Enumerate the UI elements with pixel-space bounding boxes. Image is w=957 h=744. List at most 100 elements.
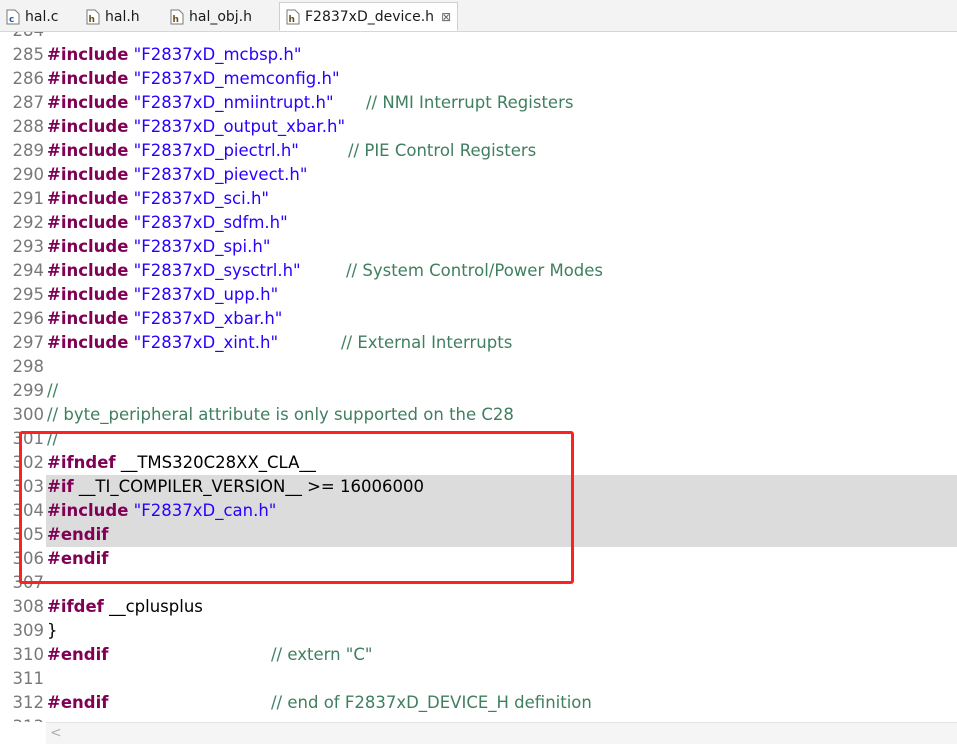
code-line[interactable]: 307 xyxy=(0,571,957,595)
tab-f2837xd-device-h[interactable]: h F2837xD_device.h ⊠ xyxy=(279,2,459,31)
string-literal: "F2837xD_sci.h" xyxy=(133,189,270,208)
code-text[interactable]: #endif xyxy=(46,523,957,547)
code-line[interactable]: 285 #include "F2837xD_mcbsp.h" xyxy=(0,43,957,67)
preprocessor-keyword: #include xyxy=(47,93,129,112)
line-number: 308 xyxy=(12,597,45,616)
code-line[interactable]: 310 #endif // extern "C" xyxy=(0,643,957,667)
tab-label: F2837xD_device.h xyxy=(305,8,435,25)
code-comment: // end of F2837xD_DEVICE_H definition xyxy=(271,693,592,712)
code-line[interactable]: 306 #endif xyxy=(0,547,957,571)
preprocessor-keyword: #ifndef xyxy=(47,453,116,472)
line-number: 292 xyxy=(12,213,45,232)
code-text[interactable]: #include "F2837xD_sci.h" xyxy=(46,187,957,211)
scroll-left-arrow-icon[interactable]: < xyxy=(50,725,62,741)
code-line[interactable]: 292 #include "F2837xD_sdfm.h" xyxy=(0,211,957,235)
line-number: 306 xyxy=(12,549,45,568)
code-text[interactable]: #endif // end of F2837xD_DEVICE_H definit… xyxy=(46,691,957,715)
code-line[interactable]: 286 #include "F2837xD_memconfig.h" xyxy=(0,67,957,91)
code-text[interactable]: } xyxy=(46,619,957,643)
code-line[interactable]: 296 #include "F2837xD_xbar.h" xyxy=(0,307,957,331)
code-text[interactable]: #include "F2837xD_mcbsp.h" xyxy=(46,43,957,67)
code-line[interactable]: 311 xyxy=(0,667,957,691)
code-text[interactable]: #include "F2837xD_spi.h" xyxy=(46,235,957,259)
preprocessor-keyword: #include xyxy=(47,237,129,256)
code-line[interactable]: 312 #endif // end of F2837xD_DEVICE_H defi… xyxy=(0,691,957,715)
line-number: 291 xyxy=(12,189,45,208)
close-tab-icon[interactable]: ⊠ xyxy=(441,10,451,24)
code-line[interactable]: 284 xyxy=(0,32,957,43)
code-line[interactable]: 303 #if __TI_COMPILER_VERSION__ >= 160060… xyxy=(0,475,957,499)
code-line[interactable]: 304 #include "F2837xD_can.h" xyxy=(0,499,957,523)
editor-tab-bar: c hal.c h hal.h h hal_obj.h h F2837xD_de… xyxy=(0,0,957,32)
preprocessor-keyword: #include xyxy=(47,261,129,280)
line-number: 313 xyxy=(8,715,45,722)
code-line[interactable]: 300// byte_peripheral attribute is only … xyxy=(0,403,957,427)
code-editor[interactable]: 284285#include "F2837xD_mcbsp.h"286#incl… xyxy=(0,32,957,722)
code-line[interactable]: 305 #endif xyxy=(0,523,957,547)
line-number: 302 xyxy=(12,453,45,472)
code-text[interactable]: #include "F2837xD_sdfm.h" xyxy=(46,211,957,235)
code-line[interactable]: 313 xyxy=(0,715,957,722)
code-line[interactable]: 290 #include "F2837xD_pievect.h" xyxy=(0,163,957,187)
code-line[interactable]: 302 #ifndef __TMS320C28XX_CLA__ xyxy=(0,451,957,475)
code-text[interactable]: // byte_peripheral attribute is only sup… xyxy=(46,403,957,427)
code-text[interactable]: #include "F2837xD_xbar.h" xyxy=(46,307,957,331)
code-line[interactable]: 297 #include "F2837xD_xint.h" // External … xyxy=(0,331,957,355)
code-line[interactable]: 291 #include "F2837xD_sci.h" xyxy=(0,187,957,211)
code-text[interactable]: #include "F2837xD_xint.h" // External Int… xyxy=(46,331,957,355)
code-text[interactable]: #include "F2837xD_nmiintrupt.h" // NMI In… xyxy=(46,91,957,115)
code-text[interactable]: #endif xyxy=(46,547,957,571)
horizontal-scrollbar[interactable]: < xyxy=(46,722,957,744)
code-text[interactable]: #include "F2837xD_output_xbar.h" xyxy=(46,115,957,139)
line-number: 303 xyxy=(12,477,45,496)
code-token: } xyxy=(47,621,58,640)
code-line[interactable]: 309} xyxy=(0,619,957,643)
code-text[interactable]: // xyxy=(46,379,957,403)
code-text[interactable]: #include "F2837xD_memconfig.h" xyxy=(46,67,957,91)
line-number: 287 xyxy=(12,93,45,112)
line-number: 290 xyxy=(12,165,45,184)
code-text[interactable]: #include "F2837xD_upp.h" xyxy=(46,283,957,307)
line-number: 299 xyxy=(12,381,45,400)
code-text[interactable]: #endif // extern "C" xyxy=(46,643,957,667)
header-file-icon: h xyxy=(86,9,100,25)
code-line[interactable]: 293 #include "F2837xD_spi.h" xyxy=(0,235,957,259)
code-token: __TI_COMPILER_VERSION__ >= 16006000 xyxy=(73,477,424,496)
code-text[interactable]: #if __TI_COMPILER_VERSION__ >= 16006000 xyxy=(46,475,957,499)
tab-hal-obj-h[interactable]: h hal_obj.h xyxy=(170,3,252,30)
line-number: 310 xyxy=(12,645,45,664)
code-text[interactable] xyxy=(46,355,957,379)
code-comment: // External Interrupts xyxy=(341,333,513,352)
code-text[interactable] xyxy=(46,667,957,691)
code-text[interactable]: #ifndef __TMS320C28XX_CLA__ xyxy=(46,451,957,475)
line-number: 293 xyxy=(12,237,45,256)
code-line[interactable]: 298 xyxy=(0,355,957,379)
code-line[interactable]: 308 #ifdef __cplusplus xyxy=(0,595,957,619)
code-text[interactable]: #include "F2837xD_sysctrl.h" // System Co… xyxy=(46,259,957,283)
string-literal: "F2837xD_output_xbar.h" xyxy=(133,117,346,136)
code-text[interactable] xyxy=(46,32,957,43)
code-text[interactable]: // xyxy=(46,427,957,451)
svg-text:h: h xyxy=(89,15,95,25)
svg-text:c: c xyxy=(9,15,14,25)
code-text[interactable] xyxy=(46,571,957,595)
line-number: 288 xyxy=(12,117,45,136)
code-text[interactable]: #include "F2837xD_can.h" xyxy=(46,499,957,523)
code-text[interactable]: #include "F2837xD_piectrl.h" // PIE Contr… xyxy=(46,139,957,163)
code-line[interactable]: 288 #include "F2837xD_output_xbar.h" xyxy=(0,115,957,139)
code-line[interactable]: 301// xyxy=(0,427,957,451)
code-line[interactable]: 295 #include "F2837xD_upp.h" xyxy=(0,283,957,307)
code-line[interactable]: 289 #include "F2837xD_piectrl.h" // PIE Co… xyxy=(0,139,957,163)
code-line[interactable]: 287 #include "F2837xD_nmiintrupt.h" // NMI… xyxy=(0,91,957,115)
tab-hal-h[interactable]: h hal.h xyxy=(86,3,140,30)
code-text[interactable]: #ifdef __cplusplus xyxy=(46,595,957,619)
code-line[interactable]: 294 #include "F2837xD_sysctrl.h" // System… xyxy=(0,259,957,283)
code-text[interactable]: #include "F2837xD_pievect.h" xyxy=(46,163,957,187)
preprocessor-keyword: #include xyxy=(47,501,129,520)
code-line[interactable]: 299// xyxy=(0,379,957,403)
header-file-icon: h xyxy=(170,9,184,25)
preprocessor-keyword: #include xyxy=(47,213,129,232)
code-text[interactable] xyxy=(46,715,957,722)
tab-hal-c[interactable]: c hal.c xyxy=(6,3,59,30)
svg-text:h: h xyxy=(289,15,295,25)
